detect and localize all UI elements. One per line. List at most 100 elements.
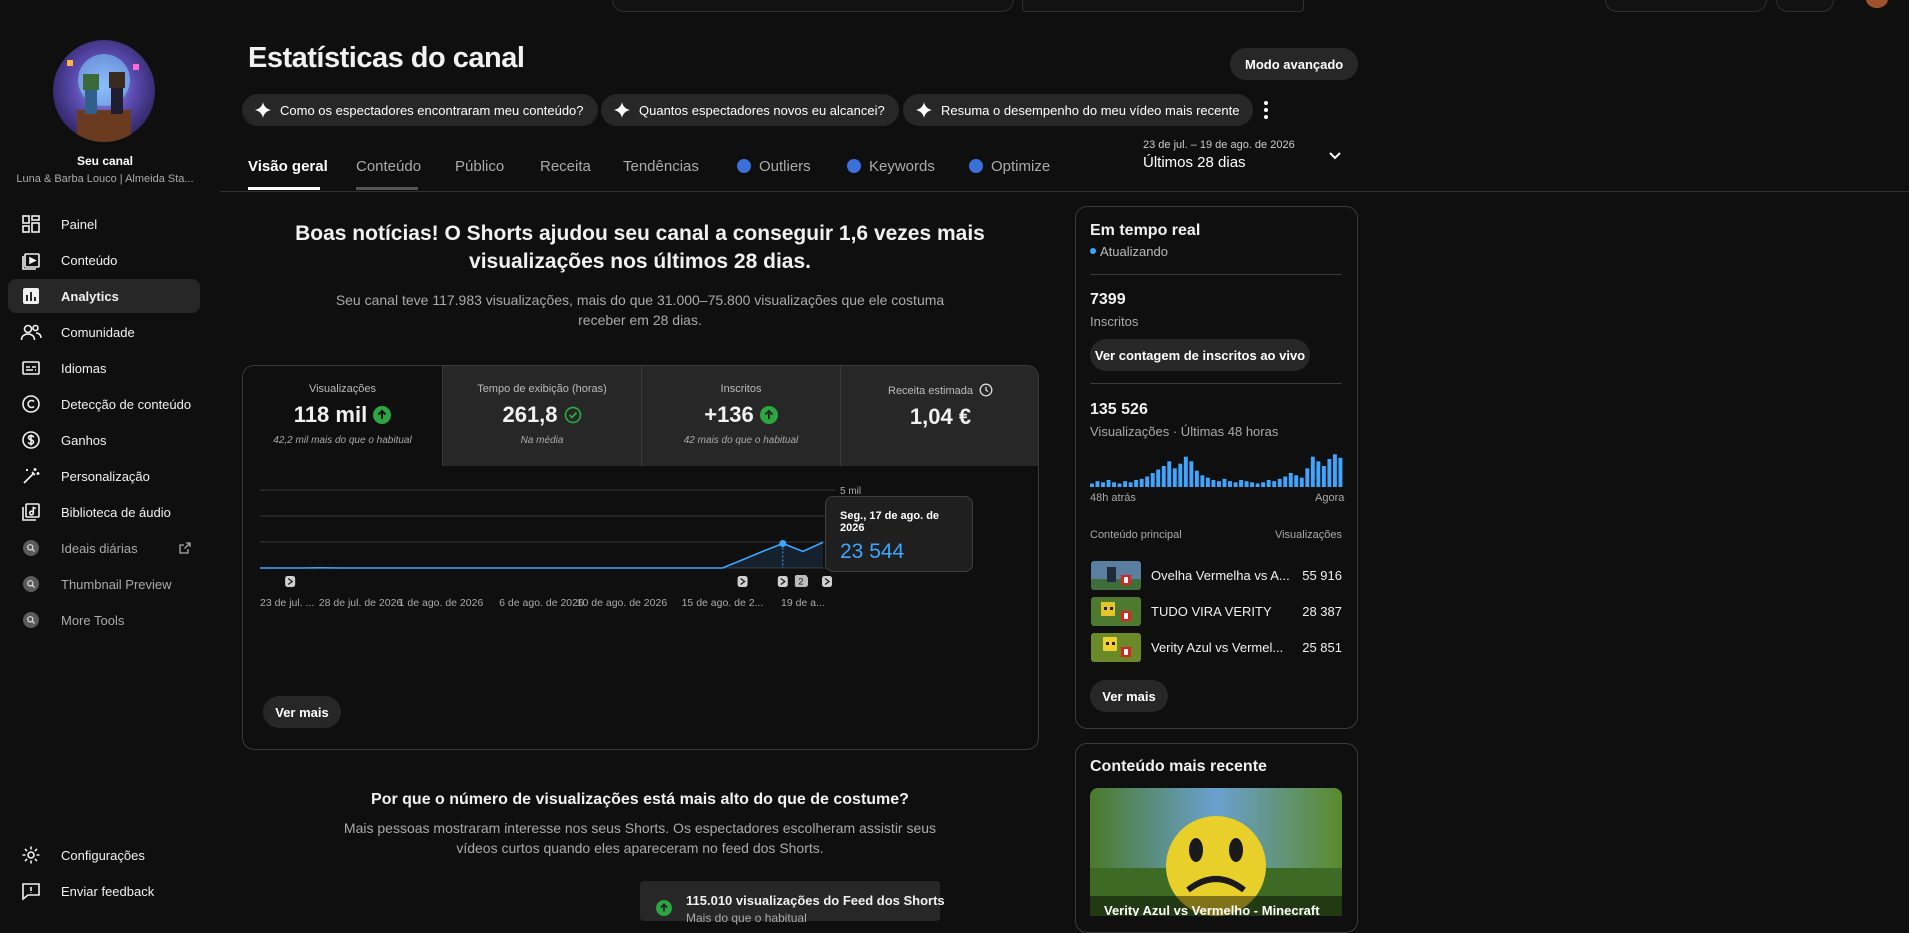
shorts-marker-icon[interactable] xyxy=(737,576,748,587)
sidebar-item-painel[interactable]: Painel xyxy=(8,207,200,241)
tab-keywords[interactable]: Keywords xyxy=(847,158,935,175)
chart-tooltip: Seg., 17 de ago. de 2026 23 544 xyxy=(825,496,973,572)
sidebar-item-more-tools[interactable]: More Tools xyxy=(8,603,200,637)
video-views: 28 387 xyxy=(1302,604,1342,619)
series-area xyxy=(260,542,823,568)
sparkle-icon xyxy=(915,101,933,119)
sidebar-item-ideais-diarias[interactable]: Ideais diárias xyxy=(8,531,200,565)
header-action[interactable] xyxy=(1776,0,1834,12)
tab-publico[interactable]: Público xyxy=(455,158,504,175)
sparkle-icon xyxy=(613,101,631,119)
tab-tendencias[interactable]: Tendências xyxy=(623,158,699,175)
metric-watch-time[interactable]: Tempo de exibição (horas) 261,8 Na média xyxy=(442,366,641,466)
tab-hover-indicator xyxy=(356,187,418,190)
realtime-subscribers-label: Inscritos xyxy=(1090,314,1139,329)
sidebar-item-thumbnail-preview[interactable]: Thumbnail Preview xyxy=(8,567,200,601)
sidebar-item-label: Enviar feedback xyxy=(61,883,155,899)
sidebar-item-personalizacao[interactable]: Personalização xyxy=(8,459,200,493)
realtime-bar xyxy=(1211,480,1216,487)
tab-outliers[interactable]: Outliers xyxy=(737,158,811,175)
sidebar-item-analytics[interactable]: Analytics xyxy=(8,279,200,313)
sidebar-item-comunidade[interactable]: Comunidade xyxy=(8,315,200,349)
more-options-icon[interactable] xyxy=(1256,98,1276,122)
bars-axis-left: 48h atrás xyxy=(1090,492,1136,504)
chevron-down-icon xyxy=(1328,151,1342,161)
tab-visao-geral[interactable]: Visão geral xyxy=(248,158,328,175)
sidebar-item-deteccao[interactable]: Detecção de conteúdo xyxy=(8,387,200,421)
realtime-subscribers: 7399 xyxy=(1090,291,1126,308)
dollar-icon xyxy=(20,429,42,451)
extension-icon xyxy=(969,159,983,173)
top-content-row[interactable]: Ovelha Vermelha vs A... 55 916 xyxy=(1090,560,1344,591)
realtime-title: Em tempo real xyxy=(1090,222,1201,239)
highlight-point[interactable] xyxy=(779,540,787,548)
see-more-button[interactable]: Ver mais xyxy=(263,696,341,728)
top-content-row[interactable]: Verity Azul vs Vermel... 25 851 xyxy=(1090,632,1344,663)
sidebar-item-ganhos[interactable]: Ganhos xyxy=(8,423,200,457)
sidebar-item-biblioteca-audio[interactable]: Biblioteca de áudio xyxy=(8,495,200,529)
realtime-bar xyxy=(1172,468,1177,487)
sidebar-item-configuracoes[interactable]: Configurações xyxy=(8,838,200,872)
sidebar-item-idiomas[interactable]: Idiomas xyxy=(8,351,200,385)
realtime-bar xyxy=(1189,461,1194,487)
trend-up-icon xyxy=(373,406,392,424)
suggestion-label: Como os espectadores encontraram meu con… xyxy=(280,102,584,118)
tooltip-value: 23 544 xyxy=(840,540,905,563)
realtime-bar xyxy=(1299,477,1304,487)
overview-card: Visualizações 118 mil 42,2 mil mais do q… xyxy=(242,365,1039,750)
sidebar-item-label: Personalização xyxy=(61,468,150,484)
suggestion-chip[interactable]: Quantos espectadores novos eu alcancei? xyxy=(601,94,899,126)
sidebar-item-enviar-feedback[interactable]: Enviar feedback xyxy=(8,874,200,908)
suggestion-chip[interactable]: Resuma o desempenho do meu vídeo mais re… xyxy=(903,94,1254,126)
live-count-button[interactable]: Ver contagem de inscritos ao vivo xyxy=(1090,339,1310,371)
subtitles-icon xyxy=(20,357,42,379)
sidebar-item-label: Ganhos xyxy=(61,432,107,448)
live-dot-icon xyxy=(1090,248,1096,254)
metric-views[interactable]: Visualizações 118 mil 42,2 mil mais do q… xyxy=(243,366,442,466)
search-extension-bar[interactable] xyxy=(1022,0,1304,12)
clock-icon xyxy=(979,383,993,397)
video-title: Verity Azul vs Vermel... xyxy=(1151,640,1284,655)
realtime-bar xyxy=(1106,480,1111,487)
realtime-see-more-button[interactable]: Ver mais xyxy=(1090,680,1168,712)
sidebar-item-label: Comunidade xyxy=(61,324,135,340)
realtime-bar xyxy=(1222,478,1227,487)
shorts-feed-card[interactable]: 115.010 visualizações do Feed dos Shorts… xyxy=(640,881,945,925)
top-content-row[interactable]: TUDO VIRA VERITY 28 387 xyxy=(1090,596,1344,627)
realtime-bar xyxy=(1272,481,1277,487)
active-tab-indicator xyxy=(248,187,320,190)
latest-video-thumbnail[interactable]: Verity Azul vs Vermelho - Minecraft xyxy=(1090,788,1342,916)
realtime-bar xyxy=(1178,463,1183,487)
latest-video-title: Verity Azul vs Vermelho - Minecraft xyxy=(1104,903,1320,916)
search-bar[interactable] xyxy=(612,0,1014,12)
shorts-marker-icon[interactable] xyxy=(285,576,296,587)
tab-receita[interactable]: Receita xyxy=(540,158,591,175)
date-range-picker[interactable]: 23 de jul. – 19 de ago. de 2026 Últimos … xyxy=(1143,139,1343,179)
why-title: Por que o número de visualizações está m… xyxy=(371,791,909,808)
tab-optimize[interactable]: Optimize xyxy=(969,158,1050,175)
marker-count-badge[interactable]: 2 xyxy=(794,575,807,587)
realtime-bar xyxy=(1266,480,1271,487)
realtime-bar xyxy=(1283,476,1288,487)
account-avatar[interactable] xyxy=(1866,0,1888,8)
sidebar-item-label: More Tools xyxy=(61,612,125,628)
shorts-marker-icon[interactable] xyxy=(822,576,833,587)
advanced-mode-button[interactable]: Modo avançado xyxy=(1230,48,1359,80)
metric-revenue[interactable]: Receita estimada 1,04 € xyxy=(840,366,1038,466)
metric-sub: 42 mais do que o habitual xyxy=(683,435,799,446)
metric-label: Inscritos xyxy=(720,383,762,395)
extension-icon xyxy=(737,159,751,173)
create-button[interactable] xyxy=(1605,0,1767,12)
external-link-icon xyxy=(178,541,192,555)
shorts-marker-icon[interactable] xyxy=(777,576,788,587)
channel-avatar[interactable] xyxy=(53,40,155,142)
metric-subscribers[interactable]: Inscritos +136 42 mais do que o habitual xyxy=(641,366,840,466)
tooltip-date: Seg., 17 de ago. de 2026 xyxy=(840,510,940,534)
tab-conteudo[interactable]: Conteúdo xyxy=(356,158,421,175)
video-views: 55 916 xyxy=(1302,568,1342,583)
sidebar-item-conteudo[interactable]: Conteúdo xyxy=(8,243,200,277)
realtime-bar xyxy=(1332,454,1337,487)
check-circle-icon xyxy=(564,406,582,424)
suggestion-chip[interactable]: Como os espectadores encontraram meu con… xyxy=(242,94,598,126)
bars-axis-right: Agora xyxy=(1315,492,1345,504)
